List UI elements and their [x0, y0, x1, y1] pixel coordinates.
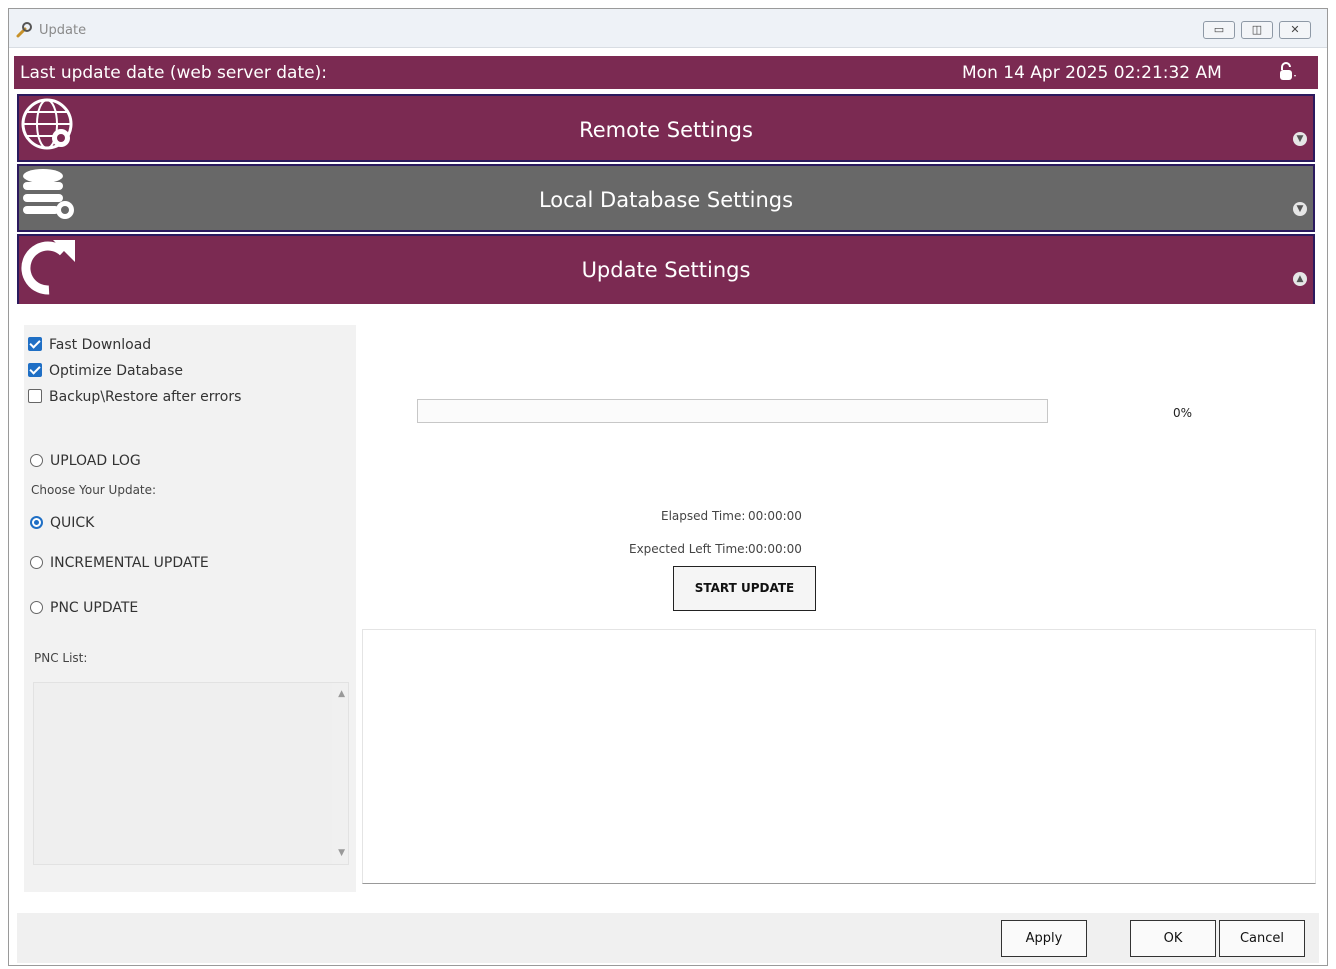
elapsed-time-label: Elapsed Time: — [661, 509, 746, 523]
elapsed-time-value: 00:00:00 — [748, 509, 802, 523]
last-update-date: Mon 14 Apr 2025 02:21:32 AM — [962, 63, 1222, 83]
backup-restore-label: Backup\Restore after errors — [49, 389, 242, 405]
pnc-list[interactable]: ▲ ▼ — [33, 682, 349, 865]
optimize-database-label: Optimize Database — [49, 363, 184, 379]
last-update-bar: Last update date (web server date): Mon … — [14, 56, 1318, 89]
radio-unselected-icon — [30, 601, 43, 614]
quick-radio[interactable]: QUICK — [30, 515, 94, 531]
window-title: Update — [39, 23, 87, 38]
radio-unselected-icon — [30, 454, 43, 467]
checkbox-unchecked-icon — [28, 389, 42, 403]
progress-percent: 0% — [1173, 406, 1193, 420]
update-settings-panel[interactable]: Update Settings ▲ — [17, 234, 1315, 304]
pnc-list-label: PNC List: — [34, 651, 88, 665]
wrench-icon — [16, 22, 32, 38]
dialog-button-bar: Apply OK Cancel — [17, 913, 1319, 963]
close-icon: ✕ — [1290, 23, 1300, 36]
upload-log-radio[interactable]: UPLOAD LOG — [30, 453, 141, 469]
pnc-update-radio[interactable]: PNC UPDATE — [30, 600, 138, 616]
incremental-update-label: INCREMENTAL UPDATE — [50, 555, 209, 571]
radio-unselected-icon — [30, 556, 43, 569]
minimize-button[interactable]: ▭ — [1203, 21, 1235, 39]
ok-button[interactable]: OK — [1130, 920, 1216, 957]
local-database-settings-panel[interactable]: Local Database Settings ▼ — [17, 164, 1315, 232]
upload-log-label: UPLOAD LOG — [50, 453, 141, 469]
update-log-area[interactable] — [362, 629, 1316, 884]
close-button[interactable]: ✕ — [1279, 21, 1311, 39]
expected-left-time-label: Expected Left Time: — [629, 542, 749, 556]
checkbox-checked-icon — [28, 363, 42, 377]
last-update-label: Last update date (web server date): — [20, 63, 327, 83]
choose-update-label: Choose Your Update: — [31, 483, 157, 497]
incremental-update-radio[interactable]: INCREMENTAL UPDATE — [30, 555, 209, 571]
chevron-up-icon[interactable]: ▲ — [1293, 272, 1307, 286]
start-update-button[interactable]: START UPDATE — [673, 566, 816, 611]
title-bar: Update ▭ ◫ ✕ — [9, 9, 1327, 48]
quick-label: QUICK — [50, 515, 95, 531]
fast-download-checkbox[interactable]: Fast Download — [28, 337, 151, 353]
local-database-settings-title: Local Database Settings — [538, 188, 794, 212]
chevron-down-icon[interactable]: ▼ — [1293, 202, 1307, 216]
pnc-update-label: PNC UPDATE — [50, 600, 139, 616]
restore-icon: ◫ — [1251, 23, 1263, 36]
update-progress-bar — [417, 399, 1048, 423]
backup-restore-checkbox[interactable]: Backup\Restore after errors — [28, 389, 241, 405]
scroll-up-icon[interactable]: ▲ — [338, 689, 345, 699]
update-options-pane: Fast Download Optimize Database Backup\R… — [24, 325, 356, 892]
checkbox-checked-icon — [28, 337, 42, 351]
apply-button[interactable]: Apply — [1001, 920, 1087, 957]
restore-button[interactable]: ◫ — [1241, 21, 1273, 39]
optimize-database-checkbox[interactable]: Optimize Database — [28, 363, 183, 379]
cancel-button[interactable]: Cancel — [1219, 920, 1305, 957]
pnc-list-scrollbar[interactable]: ▲ ▼ — [332, 683, 348, 864]
update-settings-title: Update Settings — [581, 258, 751, 282]
radio-selected-icon — [30, 516, 43, 529]
remote-settings-title: Remote Settings — [579, 118, 753, 142]
remote-settings-panel[interactable]: Remote Settings ▼ — [17, 94, 1315, 162]
expected-left-time-value: 00:00:00 — [748, 542, 802, 556]
minimize-icon: ▭ — [1213, 23, 1225, 36]
scroll-down-icon[interactable]: ▼ — [338, 848, 345, 858]
chevron-down-icon[interactable]: ▼ — [1293, 132, 1307, 146]
update-window: Update ▭ ◫ ✕ Last update date (web serve… — [8, 8, 1328, 966]
fast-download-label: Fast Download — [49, 337, 152, 353]
lock-icon[interactable] — [1276, 61, 1298, 83]
